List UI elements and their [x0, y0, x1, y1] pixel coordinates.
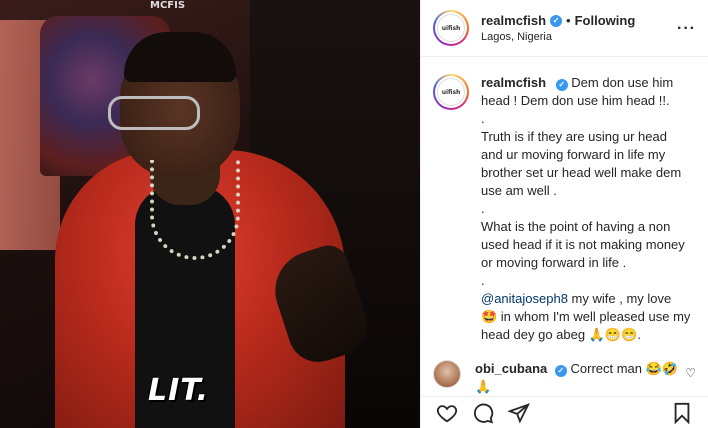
- caption-mention-line: @anitajoseph8 my wife , my love 🤩 in who…: [481, 290, 691, 344]
- caption-line-5: What is the point of having a non used h…: [481, 219, 685, 270]
- send-icon[interactable]: [505, 399, 533, 427]
- photo-glasses: [108, 96, 200, 130]
- reply-body: obi_cubana ✓ Correct man 😂🤣 🙏: [475, 360, 685, 396]
- caption-body: realmcfish ✓ Dem don use him head ! Dem …: [481, 74, 691, 356]
- caption-line-1: realmcfish ✓ Dem don use him head ! Dem …: [481, 74, 691, 110]
- heart-icon[interactable]: [433, 399, 461, 427]
- reply-comment: obi_cubana ✓ Correct man 😂🤣 🙏 ♡: [433, 360, 696, 396]
- action-bar: [421, 396, 708, 428]
- comment-icon[interactable]: [469, 399, 497, 427]
- photo-chain: [150, 160, 240, 260]
- caption-line-6: .: [481, 273, 485, 288]
- author-avatar[interactable]: uifish: [433, 10, 469, 46]
- verified-badge-icon: ✓: [550, 14, 563, 27]
- bookmark-icon[interactable]: [668, 399, 696, 427]
- photo-watermark: MCFIS: [150, 0, 186, 11]
- photo-caption-overlay: LIT.: [148, 373, 210, 408]
- post-side-panel: uifish realmcfish ✓ • Following Lagos, N…: [420, 0, 708, 428]
- caption-line-4: .: [481, 201, 485, 216]
- post-location[interactable]: Lagos, Nigeria: [481, 31, 635, 43]
- reply-like-heart-icon[interactable]: ♡: [685, 366, 696, 380]
- caption-author-avatar[interactable]: uifish: [433, 74, 469, 110]
- author-username[interactable]: realmcfish: [481, 13, 546, 28]
- post-photo[interactable]: MCFIS LIT.: [0, 0, 420, 428]
- reply-avatar[interactable]: [433, 360, 461, 388]
- caption-comment: uifish realmcfish ✓ Dem don use him head…: [433, 74, 696, 356]
- reply-text: Correct man 😂🤣: [570, 361, 679, 376]
- caption-line-2: .: [481, 111, 485, 126]
- header-meta: realmcfish ✓ • Following Lagos, Nigeria: [481, 13, 635, 43]
- caption-username[interactable]: realmcfish: [481, 75, 546, 90]
- author-avatar-text: uifish: [437, 14, 465, 42]
- following-button[interactable]: Following: [575, 13, 636, 28]
- caption-line-3: Truth is if they are using ur head and u…: [481, 129, 682, 198]
- reply-username[interactable]: obi_cubana: [475, 361, 547, 376]
- header-row: realmcfish ✓ • Following: [481, 13, 635, 28]
- photo-hair: [124, 32, 236, 82]
- mention-link[interactable]: @anitajoseph8: [481, 291, 568, 306]
- caption-verified-icon: ✓: [555, 79, 568, 91]
- comments-area: uifish realmcfish ✓ Dem don use him head…: [421, 58, 708, 356]
- header-separator: •: [566, 13, 571, 28]
- reply-extra: 🙏: [475, 379, 492, 394]
- more-horizontal-icon[interactable]: ···: [677, 20, 696, 38]
- caption-author-avatar-text: uifish: [437, 78, 465, 106]
- reply-verified-icon: ✓: [554, 365, 567, 377]
- post-header: uifish realmcfish ✓ • Following Lagos, N…: [421, 0, 708, 57]
